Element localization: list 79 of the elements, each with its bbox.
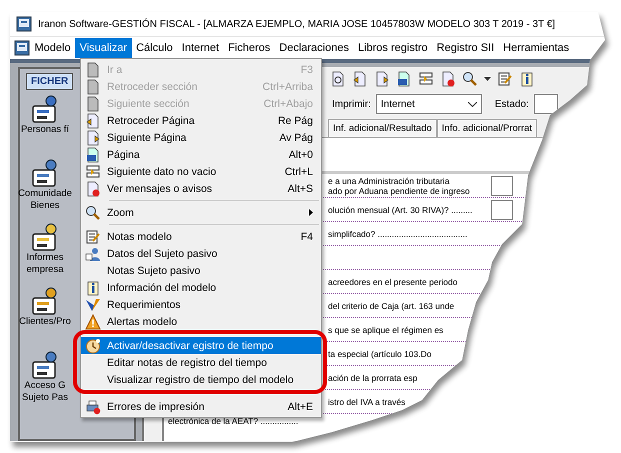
printer-error-icon [85,398,101,414]
sidebar-label[interactable]: Comunidade Bienes [18,188,72,212]
menu-item[interactable]: Internet [177,38,224,58]
question-text: simplifcado? ...................................... [328,228,468,238]
menu-option[interactable]: Notas modelo F4 [81,228,321,245]
caret-icon[interactable] [484,77,491,81]
status-field[interactable] [534,94,558,114]
menu-item[interactable]: Libros registro [353,38,432,58]
page-icon [85,78,101,94]
zoom-icon[interactable] [462,71,478,87]
notes-icon[interactable] [497,71,513,87]
answer-field[interactable] [491,200,513,220]
menu-option[interactable]: Zoom [81,204,321,221]
sidebar-tab[interactable]: FICHER [26,73,74,90]
warning-icon [85,314,101,330]
menu-option[interactable]: Requerimientos [81,296,321,313]
menu-item[interactable]: Modelo [30,38,76,58]
notes-icon [85,228,101,244]
menu-item[interactable]: Cálculo [132,38,178,58]
menu-option[interactable]: Errores de impresión Alt+E [81,398,321,415]
print-dropdown[interactable]: Internet [376,94,482,114]
chevron-down-icon [468,102,477,106]
question-text: electrónica de la AEAT? ................ [168,416,300,426]
question-text: ta especial (artículo 103.Do [328,348,432,358]
menu-option[interactable]: Visualizar registro de tiempo del modelo [81,371,321,388]
menu-item[interactable]: Ficheros [224,38,275,58]
menu-option[interactable]: Información del modelo [81,279,321,296]
page-icon[interactable] [330,71,346,87]
sidebar-label[interactable]: Acceso G Sujeto Pas [22,380,68,404]
menu-option[interactable]: Ver mensajes o avisos Alt+S [81,180,321,197]
question-text: s que se aplique el régimen es [328,324,444,334]
window-title: Iranon Software-GESTIÓN FISCAL - [ALMARZA EJEMPLO, MARIA JOSE 10457803W MODELO 303 T 2019 - 3T €] [38,18,556,30]
app-icon [16,16,32,32]
menu-item[interactable]: Visualizar [75,38,132,58]
page-back-icon[interactable] [352,71,368,87]
question-text: del criterio de Caja (art. 163 unde [328,300,456,310]
menu-option[interactable]: Editar notas de registro del tiempo [81,354,321,371]
menu-item[interactable]: Registro SII [432,38,499,58]
menu-option[interactable]: Notas Sujeto pasivo [81,262,321,279]
status-label: Estado: [494,98,529,110]
question-text: e a una Administración tributaria ado por Aduana pendiente de ingreso [328,176,471,196]
menu-option[interactable]: Retroceder Página Re Pág [81,112,321,129]
submenu-arrow-icon [309,209,313,216]
page-number-icon[interactable] [396,71,412,87]
zoom-icon [85,204,101,220]
menu-option[interactable]: Activar/desactivar egistro de tiempo [81,337,321,354]
answer-field[interactable] [491,176,513,196]
question-text: acreedores en el presente periodo [328,276,458,286]
menu-item[interactable]: Declaraciones [274,38,354,58]
info-icon[interactable] [519,71,535,87]
tab[interactable]: Inf. adicional/Resultado [328,119,437,137]
question-text: ación de la prorrata esp [328,372,418,382]
info-icon [85,280,101,296]
menu-option[interactable]: Datos del Sujeto pasivo [81,245,321,262]
menu-option[interactable]: Alertas modelo [81,313,321,330]
chevron-logo-icon [85,296,101,312]
question-text: olución mensual (Art. 30 RIVA)? ......... [328,204,474,214]
menu-option[interactable]: Siguiente Página Av Pág [81,129,321,146]
menu-option[interactable]: Siguiente dato no vacio Ctrl+L [81,163,321,180]
page-number-icon [85,146,101,162]
list-icon[interactable] [418,71,434,87]
menu-option[interactable]: Página Alt+0 [81,146,321,163]
page-forward-icon [85,130,101,146]
sidebar-label[interactable]: Personas fí [20,124,70,136]
clock-icon [85,338,101,354]
document-menu-icon [14,40,30,56]
sidebar-label[interactable]: Clientes/Pro [19,316,71,328]
page-error-icon [85,180,101,196]
page-back-icon [85,112,101,128]
tab[interactable]: Info. adicional/Prorrat [436,119,538,137]
list-icon [85,164,101,180]
question-text: istro del IVA a través [328,396,406,406]
page-forward-icon[interactable] [374,71,390,87]
sidebar-label[interactable]: Informes empresa [26,252,64,276]
print-label: Imprimir: [332,98,371,110]
menu-item[interactable]: Herramientas [498,38,574,58]
page-error-icon[interactable] [440,71,456,87]
page-icon [85,96,101,112]
person-icon [85,246,101,262]
